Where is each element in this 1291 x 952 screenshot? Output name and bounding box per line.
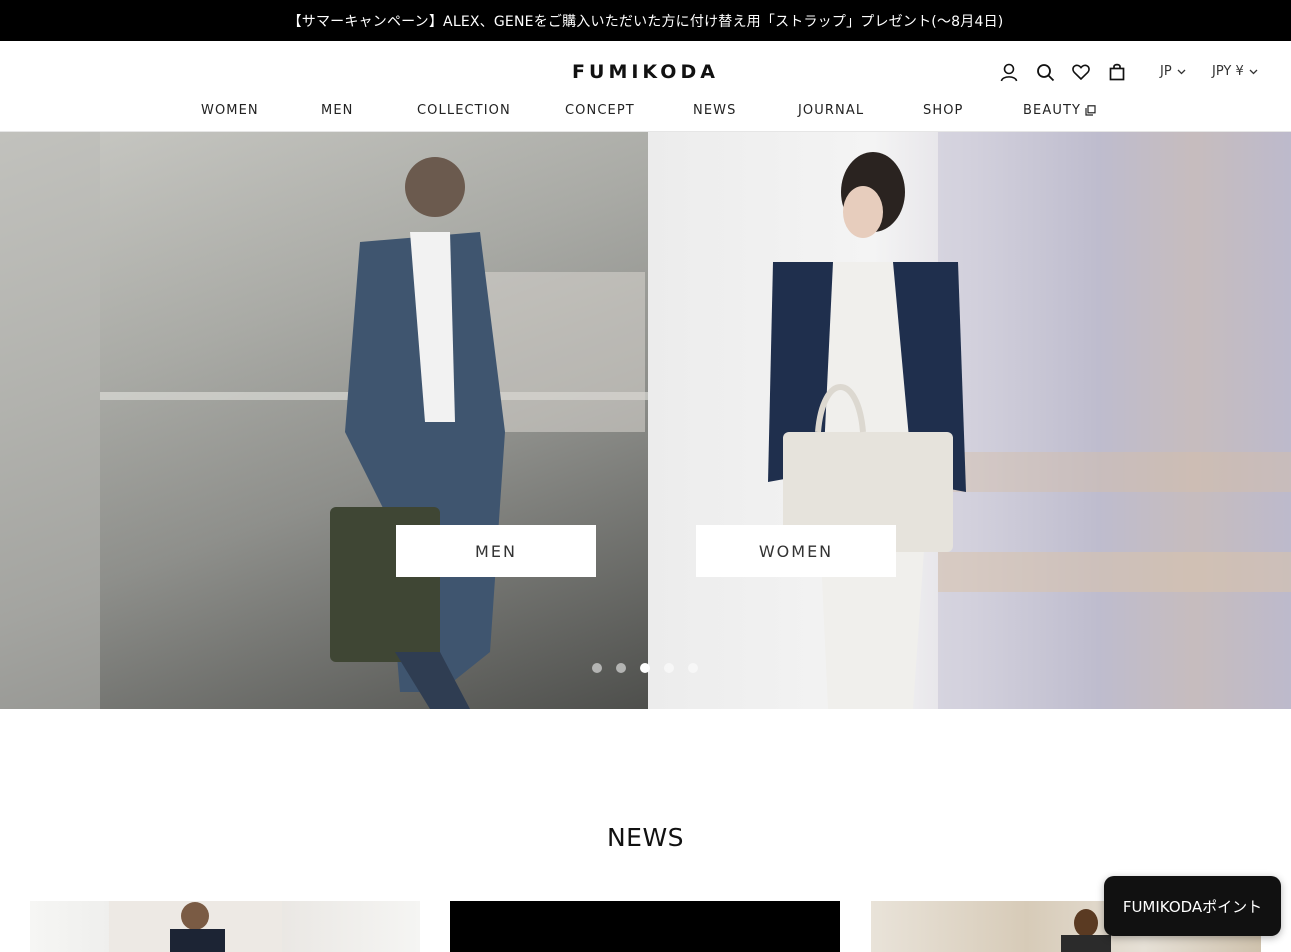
nav-item-journal[interactable]: JOURNAL bbox=[798, 103, 864, 118]
logo-text[interactable]: FUMIKODA bbox=[572, 61, 719, 83]
language-selector[interactable]: JP bbox=[1160, 64, 1186, 79]
slider-dot-3[interactable] bbox=[640, 663, 650, 673]
cart-bag-icon[interactable] bbox=[1106, 61, 1128, 83]
points-button[interactable]: FUMIKODAポイント bbox=[1104, 876, 1281, 936]
slider-dot-2[interactable] bbox=[616, 663, 626, 673]
nav-item-beauty[interactable]: BEAUTY bbox=[1023, 103, 1096, 118]
hero-image-men[interactable]: MEN bbox=[0, 132, 648, 709]
nav-item-concept[interactable]: CONCEPT bbox=[565, 103, 635, 118]
nav-item-shop[interactable]: SHOP bbox=[923, 103, 964, 118]
nav-item-men[interactable]: MEN bbox=[321, 103, 353, 118]
search-icon[interactable] bbox=[1034, 61, 1056, 83]
hero-women-illustration bbox=[768, 132, 1291, 709]
men-button[interactable]: MEN bbox=[396, 525, 596, 577]
chevron-down-icon bbox=[1177, 69, 1186, 74]
hero-slider[interactable]: MEN WOMEN bbox=[0, 132, 1291, 709]
main-nav: WOMEN MEN COLLECTION CONCEPT NEWS JOURNA… bbox=[0, 103, 1291, 123]
hero-image-women[interactable]: WOMEN bbox=[648, 132, 1291, 709]
account-icon[interactable] bbox=[998, 61, 1020, 83]
slider-dots bbox=[592, 663, 712, 673]
hero-men-illustration bbox=[0, 132, 648, 709]
nav-label: BEAUTY bbox=[1023, 103, 1082, 118]
site-header: FUMIKODA JP JPY ¥ WOMEN MEN COLLECTION C… bbox=[0, 41, 1291, 132]
news-card[interactable] bbox=[450, 901, 840, 952]
nav-label: SHOP bbox=[923, 103, 964, 118]
announcement-bar[interactable]: 【サマーキャンペーン】ALEX、GENEをご購入いただいた方に付け替え用「ストラ… bbox=[0, 0, 1291, 41]
nav-label: WOMEN bbox=[201, 103, 259, 118]
currency-value: JPY ¥ bbox=[1212, 64, 1244, 79]
slider-dot-4[interactable] bbox=[664, 663, 674, 673]
chevron-down-icon bbox=[1249, 69, 1258, 74]
nav-item-collection[interactable]: COLLECTION bbox=[417, 103, 511, 118]
nav-label: JOURNAL bbox=[798, 103, 865, 118]
nav-label: NEWS bbox=[693, 103, 737, 118]
news-card[interactable] bbox=[30, 901, 420, 952]
external-link-icon bbox=[1085, 105, 1096, 116]
slider-dot-5[interactable] bbox=[688, 663, 698, 673]
header-icons bbox=[998, 61, 1128, 83]
language-value: JP bbox=[1160, 64, 1172, 79]
slider-dot-1[interactable] bbox=[592, 663, 602, 673]
news-heading: NEWS bbox=[606, 823, 685, 852]
nav-label: MEN bbox=[321, 103, 354, 118]
nav-label: CONCEPT bbox=[565, 103, 635, 118]
nav-item-women[interactable]: WOMEN bbox=[201, 103, 259, 118]
nav-item-news[interactable]: NEWS bbox=[693, 103, 736, 118]
currency-selector[interactable]: JPY ¥ bbox=[1212, 64, 1258, 79]
wishlist-heart-icon[interactable] bbox=[1070, 61, 1092, 83]
announcement-text[interactable]: 【サマーキャンペーン】ALEX、GENEをご購入いただいた方に付け替え用「ストラ… bbox=[288, 11, 1004, 31]
women-button[interactable]: WOMEN bbox=[696, 525, 896, 577]
nav-label: COLLECTION bbox=[417, 103, 511, 118]
news-card-image bbox=[109, 901, 282, 952]
